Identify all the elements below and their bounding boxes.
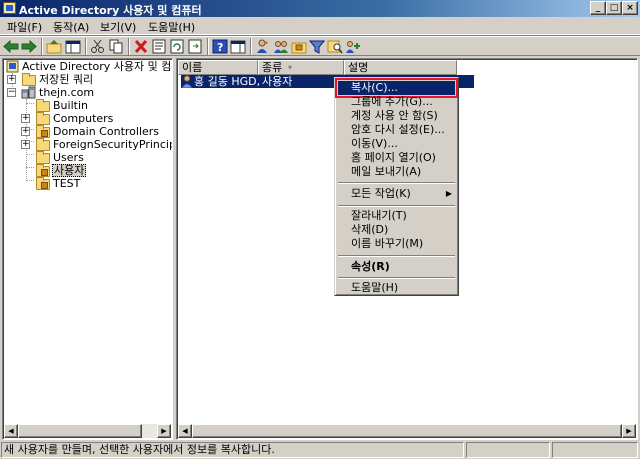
status-panel-2 — [466, 442, 550, 458]
menu-view[interactable]: 보기(V) — [100, 19, 136, 35]
tree-item-label: 저장된 쿼리 — [39, 73, 94, 86]
row-name: 홍 길동 HGD, — [194, 75, 261, 88]
ou-folder-icon — [36, 125, 50, 138]
window-title: Active Directory 사용자 및 컴퓨터 — [19, 4, 202, 17]
new-user-icon[interactable]: * — [255, 39, 271, 54]
ou-folder-icon — [36, 164, 50, 177]
back-arrow-icon[interactable] — [3, 39, 19, 54]
menu-separator — [338, 205, 455, 207]
menu-bar: 파일(F) 동작(A) 보기(V) 도움말(H) — [0, 17, 640, 35]
tree-root-label: Active Directory 사용자 및 컴퓨터 — [22, 60, 172, 73]
menu-item-open-home-page[interactable]: 홈 페이지 열기(O) — [338, 151, 455, 165]
new-group-icon[interactable] — [273, 39, 289, 54]
expand-plus-icon[interactable]: + — [21, 140, 30, 149]
menu-file[interactable]: 파일(F) — [7, 19, 42, 35]
scroll-right-icon[interactable]: ▶ — [157, 424, 171, 438]
refresh-icon[interactable] — [169, 39, 185, 54]
filter-icon[interactable] — [309, 39, 325, 54]
domain-icon — [21, 86, 36, 99]
folder-icon — [36, 112, 50, 125]
expand-plus-icon[interactable]: + — [21, 114, 30, 123]
scroll-thumb[interactable] — [18, 424, 142, 438]
cut-icon[interactable] — [90, 39, 106, 54]
scroll-thumb[interactable] — [192, 424, 622, 438]
user-icon — [181, 75, 193, 88]
row-type: 사용자 — [262, 75, 293, 88]
tree-item-label: TEST — [53, 177, 81, 190]
up-folder-icon[interactable] — [46, 39, 62, 54]
column-header-type[interactable]: 종류 ▾ — [258, 60, 344, 75]
menu-item-send-mail[interactable]: 메일 보내기(A) — [338, 165, 455, 179]
menu-help[interactable]: 도움말(H) — [148, 19, 195, 35]
ou-folder-icon — [36, 177, 50, 190]
tree-item-label: Domain Controllers — [53, 125, 160, 138]
column-header-name[interactable]: 이름 — [178, 60, 258, 75]
title-bar: Active Directory 사용자 및 컴퓨터 _ □ × — [0, 0, 640, 17]
menu-item-properties[interactable]: 속성(R) — [338, 260, 455, 274]
tree-item-label: ForeignSecurityPrincipals — [53, 138, 172, 151]
status-panel-3 — [552, 442, 638, 458]
tree-item-label: Users — [53, 151, 84, 164]
folder-icon — [36, 151, 50, 164]
console-tree[interactable]: Active Directory 사용자 및 컴퓨터 + 저장된 쿼리 − th… — [2, 58, 173, 440]
submenu-arrow-icon: ▶ — [445, 189, 452, 198]
scroll-left-icon[interactable]: ◀ — [178, 424, 192, 438]
menu-item-move[interactable]: 이동(V)... — [338, 137, 455, 151]
sort-desc-icon: ▾ — [288, 63, 293, 72]
menu-item-cut[interactable]: 잘라내기(T) — [338, 209, 455, 223]
status-bar: 새 사용자를 만들며, 선택한 사용자에서 정보를 복사합니다. — [0, 441, 640, 459]
expand-plus-icon[interactable]: + — [21, 127, 30, 136]
find-icon[interactable] — [327, 39, 343, 54]
menu-item-rename[interactable]: 이름 바꾸기(M) — [338, 237, 455, 251]
collapse-minus-icon[interactable]: − — [7, 88, 16, 97]
menu-item-reset-password[interactable]: 암호 다시 설정(E)... — [338, 123, 455, 137]
expand-plus-icon[interactable]: + — [7, 75, 16, 84]
menu-item-label: 모든 작업(K) — [351, 187, 411, 200]
menu-item-disable-account[interactable]: 계정 사용 안 함(S) — [338, 109, 455, 123]
tree-item-label: thejn.com — [39, 86, 95, 99]
tree-item-label: Computers — [53, 112, 114, 125]
status-text: 새 사용자를 만들며, 선택한 사용자에서 정보를 복사합니다. — [1, 442, 464, 458]
list-horizontal-scrollbar[interactable]: ◀ ▶ — [178, 424, 636, 438]
forward-arrow-icon[interactable] — [21, 39, 37, 54]
menu-item-add-to-group[interactable]: 그룹에 추가(G)... — [338, 95, 455, 109]
folder-icon — [36, 138, 50, 151]
console-tree-icon[interactable] — [65, 39, 81, 54]
menu-item-delete[interactable]: 삭제(D) — [338, 223, 455, 237]
ad-console-icon — [6, 60, 19, 73]
tree-item-label: 사용자 — [52, 164, 87, 177]
add-to-group-icon[interactable] — [345, 39, 361, 54]
tree-item-label: Builtin — [53, 99, 88, 112]
svg-text:*: * — [265, 40, 269, 48]
app-icon — [3, 2, 16, 14]
copy-icon[interactable] — [108, 39, 124, 54]
column-header-description[interactable]: 설명 — [344, 60, 457, 75]
action-pane-icon[interactable] — [230, 39, 246, 54]
new-ou-icon[interactable] — [291, 39, 307, 54]
toolbar: ? * — [0, 35, 640, 56]
menu-separator — [338, 255, 455, 257]
minimize-button[interactable]: _ — [590, 1, 606, 15]
folder-icon — [36, 99, 50, 112]
svg-text:?: ? — [217, 41, 223, 54]
scroll-right-icon[interactable]: ▶ — [622, 424, 636, 438]
maximize-button[interactable]: □ — [606, 1, 622, 15]
export-list-icon[interactable] — [187, 39, 203, 54]
properties-icon[interactable] — [151, 39, 167, 54]
tree-horizontal-scrollbar[interactable]: ◀ ▶ — [4, 424, 171, 438]
menu-separator — [338, 277, 455, 279]
folder-icon — [22, 73, 36, 86]
delete-icon[interactable] — [133, 39, 149, 54]
column-header-label: 종류 — [262, 61, 283, 74]
menu-item-all-tasks[interactable]: 모든 작업(K) ▶ — [338, 187, 455, 201]
menu-separator — [338, 182, 455, 184]
menu-action[interactable]: 동작(A) — [53, 19, 89, 35]
close-button[interactable]: × — [622, 1, 638, 15]
scroll-left-icon[interactable]: ◀ — [4, 424, 18, 438]
context-menu[interactable]: 복사(C)... 그룹에 추가(G)... 계정 사용 안 함(S) 암호 다시… — [334, 77, 459, 296]
menu-item-help[interactable]: 도움말(H) — [338, 281, 455, 295]
help-icon[interactable]: ? — [212, 39, 228, 54]
